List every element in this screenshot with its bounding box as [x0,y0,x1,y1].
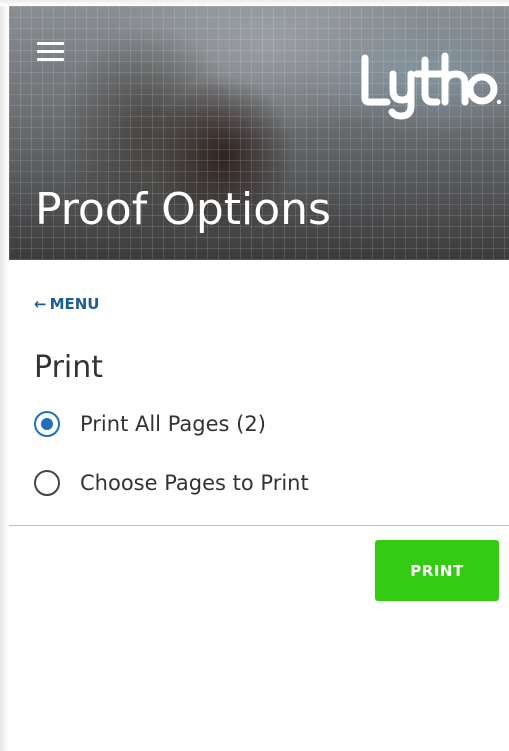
radio-choose-pages[interactable]: Choose Pages to Print [34,468,309,498]
lytho-logo [361,52,502,120]
window-edge [0,0,9,751]
radio-print-all-pages[interactable]: Print All Pages (2) [34,409,266,439]
print-button[interactable]: PRINT [375,540,499,601]
print-section-title: Print [34,350,104,385]
page-title: Proof Options [35,184,331,235]
section-divider [9,525,509,526]
radio-label-choose-pages: Choose Pages to Print [80,471,309,495]
hamburger-menu-icon[interactable] [37,42,64,62]
proof-options-panel: Proof Options ← MENU Print Print All Page… [0,0,509,751]
header-banner: Proof Options [9,6,509,260]
back-to-menu-link[interactable]: ← MENU [34,294,100,314]
radio-checked-icon[interactable] [34,411,60,437]
radio-unchecked-icon[interactable] [34,470,60,496]
back-link-label: MENU [49,295,100,313]
radio-label-print-all: Print All Pages (2) [80,412,266,436]
left-arrow-icon: ← [34,295,47,313]
